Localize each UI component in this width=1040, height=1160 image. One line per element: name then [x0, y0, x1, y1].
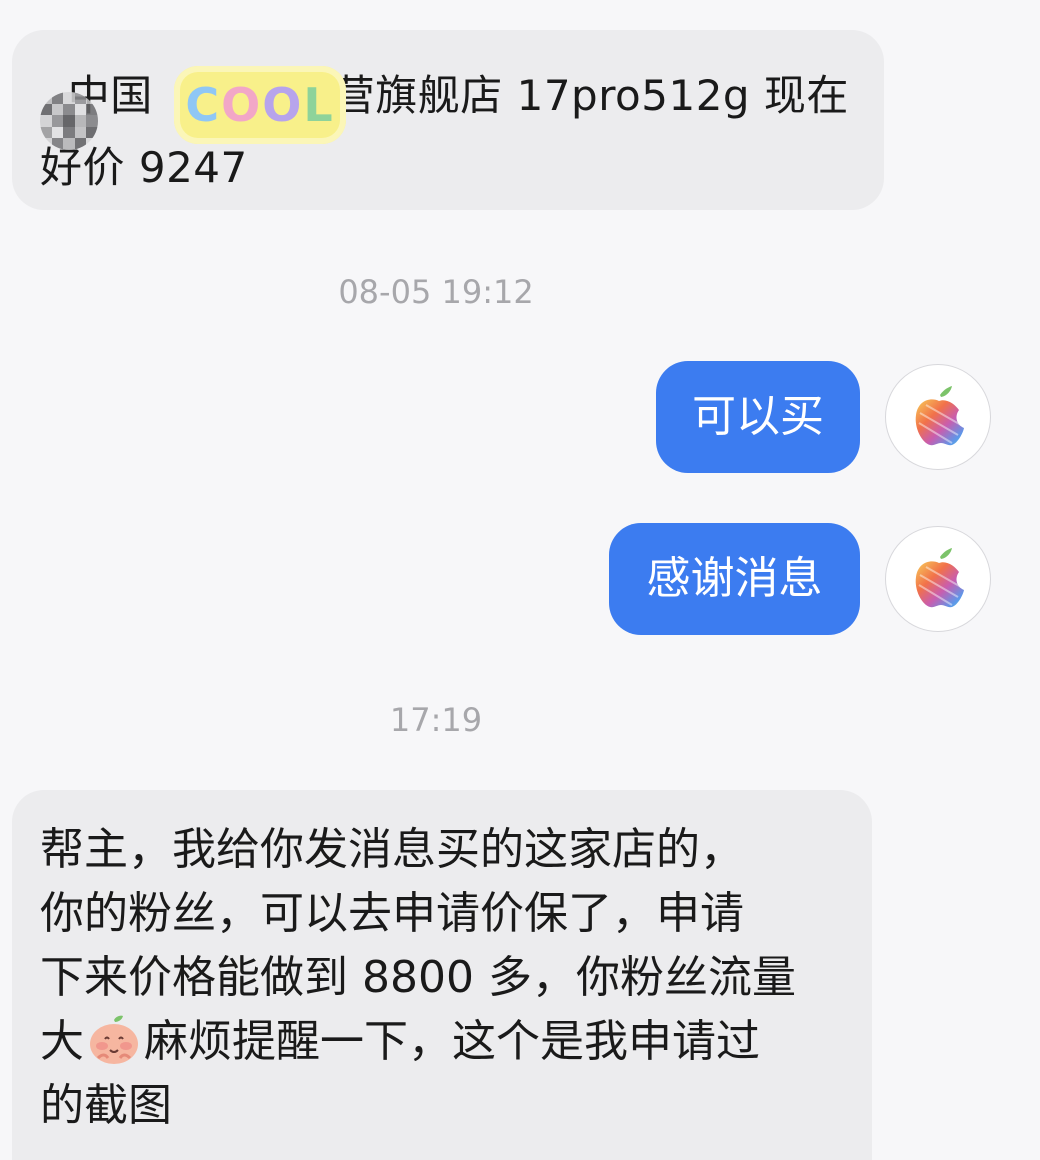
chat-screen: 中国 营旗舰店 17pro512g 现在 好价 9247 COOL 08-05 … [0, 0, 1040, 1160]
message-text: 感谢消息 [646, 553, 823, 604]
message-text: 可以买 [692, 391, 824, 442]
pixelated-avatar-icon [40, 92, 98, 150]
rainbow-apple-logo-icon[interactable] [885, 526, 991, 632]
rainbow-apple-logo-icon[interactable] [885, 364, 991, 470]
message-text-line: 帮主，我给你发消息买的这家店的， [40, 824, 744, 875]
message-timestamp: 17:19 [389, 701, 483, 739]
message-text: 中国 营旗舰店 17pro512g 现在 好价 9247 [40, 71, 849, 192]
peach-blushing-emoji-icon [90, 1015, 138, 1064]
incoming-message-bubble[interactable]: 帮主，我给你发消息买的这家店的， 你的粉丝，可以去申请价保了，申请 下来价格能做… [12, 790, 872, 1160]
message-text-line: 下来价格能做到 8800 多，你粉丝流量 [40, 952, 796, 1003]
message-text-line: 你的粉丝，可以去申请价保了，申请 [40, 888, 744, 939]
incoming-message-bubble[interactable]: 中国 营旗舰店 17pro512g 现在 好价 9247 COOL [12, 30, 884, 210]
cool-sticker-icon: COOL [174, 66, 346, 144]
message-text-fragment: 麻烦提醒一下，这个是我申请过 [144, 1016, 760, 1067]
message-text-fragment: 大 [40, 1016, 84, 1067]
message-timestamp: 08-05 19:12 [338, 273, 534, 311]
outgoing-message-bubble[interactable]: 可以买 [656, 361, 860, 473]
outgoing-message-bubble[interactable]: 感谢消息 [609, 523, 860, 635]
message-text-line: 的截图 [40, 1080, 172, 1131]
message-text-line: 大 麻烦提醒一下，这个是我申请过 [40, 1010, 844, 1074]
